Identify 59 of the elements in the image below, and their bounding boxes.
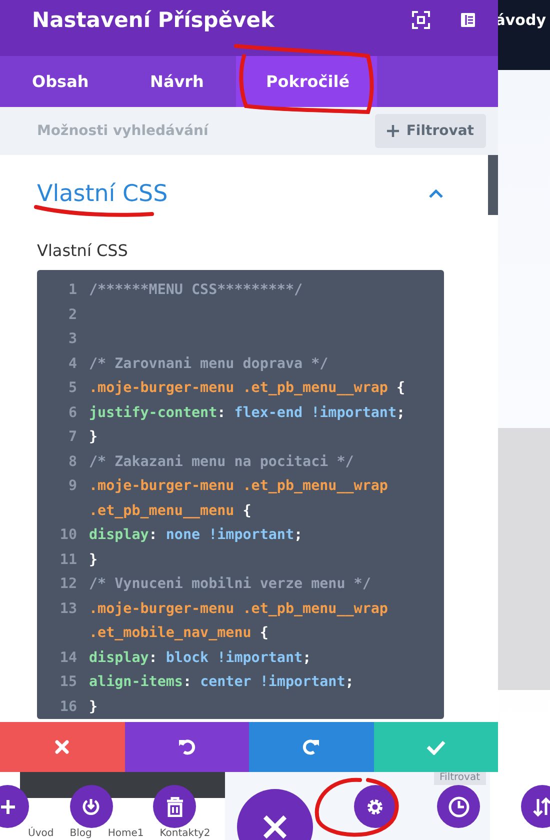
code-line: }	[89, 550, 99, 570]
nav-link[interactable]: Blog	[70, 828, 92, 839]
section-title[interactable]: Vlastní CSS	[37, 181, 168, 207]
code-line: display: none !important;	[89, 526, 304, 545]
chevron-up-icon[interactable]	[428, 189, 444, 199]
code-line: .moje-burger-menu .et_pb_menu__wrap .et_pb_menu__menu {	[89, 477, 389, 520]
power-icon	[81, 796, 102, 816]
code-line: .moje-burger-menu .et_pb_menu__wrap {	[89, 379, 406, 398]
redo-icon	[301, 737, 322, 757]
tab[interactable]: Návrh	[118, 56, 236, 107]
code-line: .moje-burger-menu .et_pb_menu__wrap .et_mobile_nav_menu {	[89, 600, 389, 643]
plus-icon	[0, 798, 16, 816]
nav-link[interactable]: Home1	[108, 828, 144, 839]
line-number: 15	[58, 673, 78, 692]
panel-title: Nastavení Příspěvek	[32, 8, 276, 32]
code-line: }	[89, 698, 99, 716]
layout-icon[interactable]	[460, 12, 476, 28]
close-icon	[54, 739, 70, 755]
check-icon	[426, 739, 446, 755]
plus-icon	[387, 125, 400, 137]
code-line: /* Zakazani menu na pocitaci */	[89, 452, 355, 472]
code-line: display: block !important;	[89, 648, 312, 668]
sort-icon	[532, 796, 550, 816]
line-number: 16	[58, 698, 78, 716]
code-line: justify-content: flex-end !important;	[89, 404, 406, 422]
line-number: 11	[58, 550, 78, 570]
code-line: align-items: center !important;	[89, 673, 355, 692]
line-number: 14	[58, 648, 78, 668]
line-number: 13	[58, 600, 78, 618]
line-number: 10	[58, 526, 78, 545]
field-label: Vlastní CSS	[37, 241, 129, 260]
code-line: /* Zarovnani menu doprava */	[89, 354, 330, 374]
scrollbar-thumb[interactable]	[488, 155, 498, 215]
line-number: 4	[67, 354, 78, 374]
code-line: /* Vynuceni mobilni verze menu */	[89, 575, 372, 594]
undo-icon	[176, 737, 197, 757]
close-icon	[262, 814, 288, 840]
nav-link[interactable]: Kontakty2	[160, 828, 210, 839]
line-number: 5	[67, 379, 78, 398]
line-number: 12	[58, 575, 78, 594]
tab[interactable]: Obsah	[0, 56, 118, 107]
clock-icon	[448, 796, 470, 818]
line-number: 9	[67, 477, 78, 496]
line-number: 8	[67, 452, 78, 472]
gear-icon	[365, 796, 386, 816]
line-number: 7	[67, 428, 78, 447]
nav-link[interactable]: Úvod	[28, 828, 54, 839]
line-number: 6	[67, 404, 78, 422]
fullscreen-icon[interactable]	[412, 11, 430, 29]
code-editor[interactable]	[37, 270, 444, 719]
tab[interactable]: Pokročilé	[236, 56, 377, 107]
line-number: 1	[67, 281, 78, 300]
code-line: /******MENU CSS*********/	[89, 281, 304, 300]
code-line: }	[89, 428, 99, 447]
line-number: 2	[67, 306, 78, 324]
page-heading: ávody	[495, 11, 546, 29]
filter-button[interactable]: Filtrovat	[375, 114, 486, 148]
trash-icon	[166, 796, 184, 816]
line-number: 3	[67, 330, 78, 349]
